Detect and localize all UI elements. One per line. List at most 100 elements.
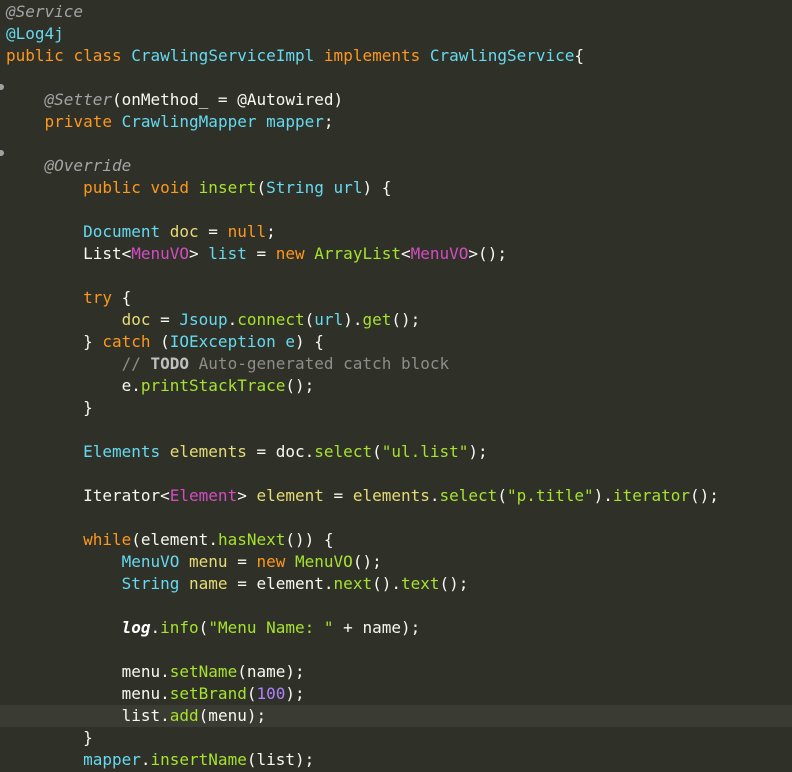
code-line[interactable]: @Log4j	[0, 23, 792, 45]
code-line[interactable]	[0, 199, 792, 221]
code-token: implements	[323, 46, 421, 65]
code-token: ();	[352, 552, 382, 571]
code-token: .	[140, 750, 151, 769]
code-token: //	[121, 354, 151, 373]
code-token: get	[362, 310, 392, 329]
code-line[interactable]: private CrawlingMapper mapper;	[0, 111, 792, 133]
code-token: (	[150, 332, 170, 351]
code-token: ) {	[295, 332, 324, 351]
code-token: =	[227, 552, 257, 571]
code-line[interactable]: mapper.insertName(list);	[0, 749, 792, 771]
code-line[interactable]: Document doc = null;	[0, 221, 792, 243]
code-line-text: String name = element.next().text();	[6, 573, 469, 595]
code-line[interactable]	[0, 265, 792, 287]
code-line[interactable]: Iterator<Element> element = elements.sel…	[0, 485, 792, 507]
code-token: e	[285, 332, 296, 351]
code-line[interactable]: String name = element.next().text();	[0, 573, 792, 595]
code-line[interactable]: Elements elements = doc.select("ul.list"…	[0, 441, 792, 463]
code-line[interactable]: List<MenuVO> list = new ArrayList<MenuVO…	[0, 243, 792, 265]
code-token: list	[208, 244, 247, 263]
code-line[interactable]: menu.setBrand(100);	[0, 683, 792, 705]
code-token: =	[323, 486, 353, 505]
code-token: .	[160, 662, 170, 681]
code-line[interactable]: } catch (IOException e) {	[0, 331, 792, 353]
code-token: .	[208, 530, 218, 549]
code-line[interactable]	[0, 67, 792, 89]
code-token: name	[189, 574, 228, 593]
code-token: public	[6, 46, 64, 65]
code-token: text	[400, 574, 440, 593]
code-token: new	[275, 244, 305, 263]
code-token: }	[83, 398, 93, 417]
code-token: e	[121, 376, 132, 395]
code-line-text: Document doc = null;	[6, 221, 276, 243]
code-line[interactable]: public void insert(String url) {	[0, 177, 792, 199]
code-token: );	[285, 684, 305, 703]
code-line-text: }	[6, 397, 93, 419]
code-line-text: mapper.insertName(list);	[6, 749, 314, 771]
code-line[interactable]	[0, 463, 792, 485]
code-line[interactable]: MenuVO menu = new MenuVO();	[0, 551, 792, 573]
code-token: element	[140, 530, 209, 549]
code-token: setName	[169, 662, 238, 681]
code-line-text: }	[6, 727, 93, 749]
code-token: =	[227, 574, 257, 593]
code-line[interactable]	[0, 419, 792, 441]
code-token: ;	[323, 112, 334, 131]
code-line[interactable]: public class CrawlingServiceImpl impleme…	[0, 45, 792, 67]
code-token: String	[266, 178, 324, 197]
code-line-text: @Setter(onMethod_ = @Autowired)	[6, 89, 344, 111]
code-line[interactable]: doc = Jsoup.connect(url).get();	[0, 309, 792, 331]
code-line[interactable]: // TODO Auto-generated catch block	[0, 353, 792, 375]
code-line[interactable]: }	[0, 727, 792, 749]
code-line[interactable]: menu.setName(name);	[0, 661, 792, 683]
code-line-text: log.info("Menu Name: " + name);	[6, 617, 421, 639]
code-token: CrawlingServiceImpl	[131, 46, 315, 65]
code-line[interactable]: e.printStackTrace();	[0, 375, 792, 397]
code-token: class	[73, 46, 122, 65]
code-line[interactable]: @Service	[0, 1, 792, 23]
code-token: (	[304, 310, 315, 329]
code-token: ;	[266, 222, 276, 241]
code-line[interactable]: log.info("Menu Name: " + name);	[0, 617, 792, 639]
code-editor[interactable]: @Service @Log4j public class CrawlingServi…	[0, 0, 792, 772]
code-token: private	[44, 112, 112, 131]
code-token: =	[246, 442, 276, 461]
code-line-text: menu.setBrand(100);	[6, 683, 305, 705]
code-line[interactable]: list.add(menu);	[0, 705, 792, 727]
code-token: CrawlingService	[429, 46, 575, 65]
code-token: ();	[285, 376, 315, 395]
code-token: log	[121, 618, 151, 637]
code-token: .	[304, 442, 315, 461]
code-line[interactable]	[0, 639, 792, 661]
code-line[interactable]	[0, 507, 792, 529]
code-token: }	[83, 728, 93, 747]
code-token: ();	[439, 574, 469, 593]
code-token: while	[83, 530, 132, 549]
code-token: info	[160, 618, 199, 637]
code-token: null	[227, 222, 267, 241]
code-line[interactable]: @Override	[0, 155, 792, 177]
code-line[interactable]: while(element.hasNext()) {	[0, 529, 792, 551]
code-line[interactable]: try {	[0, 287, 792, 309]
code-line[interactable]: }	[0, 397, 792, 419]
code-token: select	[314, 442, 373, 461]
code-token: (	[198, 618, 209, 637]
code-line[interactable]: @Setter(onMethod_ = @Autowired)	[0, 89, 792, 111]
code-token: );	[400, 618, 421, 637]
code-token: void	[150, 178, 190, 197]
code-token: IOException	[169, 332, 276, 351]
code-line[interactable]	[0, 595, 792, 617]
code-line[interactable]	[0, 133, 792, 155]
